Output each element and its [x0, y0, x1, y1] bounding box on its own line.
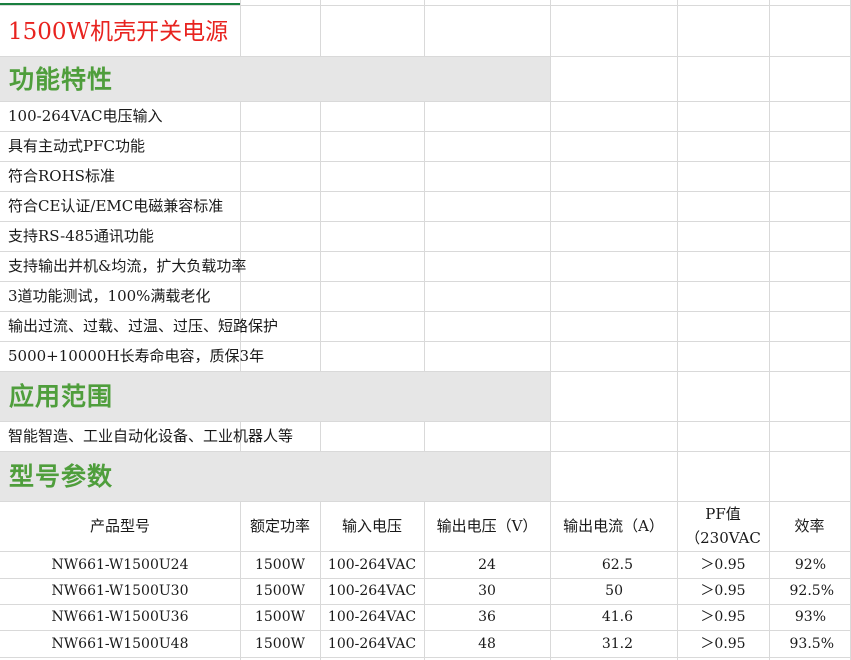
cell-output-voltage: 24 [478, 557, 496, 573]
cell-efficiency: 92.5% [789, 583, 834, 599]
cell-input-voltage: 100-264VAC [327, 583, 417, 599]
feature-item[interactable]: 100-264VAC电压输入 [8, 109, 162, 124]
cell-power: 1500W [254, 636, 306, 652]
grid-row-line [0, 578, 851, 579]
cell-pf: ＞0.95 [700, 583, 746, 599]
grid-row-line [0, 251, 851, 252]
grid-row-line [0, 101, 851, 102]
feature-item[interactable]: 5000+10000H长寿命电容，质保3年 [8, 349, 264, 364]
table-header-model[interactable]: 产品型号 [0, 519, 240, 534]
cell-efficiency: 92% [794, 557, 826, 573]
grid-row-line [0, 551, 851, 552]
cell-power: 1500W [254, 609, 306, 625]
cell-pf: ＞0.95 [700, 557, 746, 573]
table-header-output-voltage[interactable]: 输出电压（V） [424, 519, 550, 534]
cell-efficiency: 93% [794, 609, 826, 625]
cell-model: NW661-W1500U24 [51, 557, 189, 573]
section-heading-features[interactable]: 功能特性 [9, 67, 113, 92]
grid-row-line [0, 421, 851, 422]
grid-row-line [0, 501, 851, 502]
cell-input-voltage: 100-264VAC [327, 557, 417, 573]
page-title[interactable]: 1500W机壳开关电源 [8, 21, 228, 44]
grid-row-line [0, 341, 851, 342]
cell-output-current: 50 [605, 583, 623, 599]
grid-row-line [0, 221, 851, 222]
table-header-input-voltage[interactable]: 输入电压 [320, 519, 424, 534]
feature-item[interactable]: 3道功能测试，100%满载老化 [8, 289, 210, 304]
cell-efficiency: 93.5% [789, 636, 834, 652]
grid-row-line [0, 131, 851, 132]
cell-output-voltage: 36 [478, 609, 496, 625]
cell-model: NW661-W1500U48 [51, 636, 189, 652]
grid-row-line [0, 604, 851, 605]
grid-row-line [0, 311, 851, 312]
cell-pf: ＞0.95 [700, 609, 746, 625]
table-header-pf-line1[interactable]: PF值 [677, 507, 769, 522]
cell-output-voltage: 30 [478, 583, 496, 599]
cell-model: NW661-W1500U30 [51, 583, 189, 599]
table-header-output-current[interactable]: 输出电流（A） [550, 519, 677, 534]
feature-item[interactable]: 输出过流、过载、过温、过压、短路保护 [8, 319, 278, 334]
cell-power: 1500W [254, 557, 306, 573]
grid-row-line [0, 281, 851, 282]
active-cell-indicator [0, 3, 240, 5]
table-header-power[interactable]: 额定功率 [240, 519, 320, 534]
grid-row-line [0, 191, 851, 192]
feature-item[interactable]: 具有主动式PFC功能 [8, 139, 145, 154]
cell-input-voltage: 100-264VAC [327, 636, 417, 652]
cell-output-voltage: 48 [478, 636, 496, 652]
grid-row-line [0, 630, 851, 631]
cell-model: NW661-W1500U36 [51, 609, 189, 625]
feature-item[interactable]: 支持输出并机&均流，扩大负载功率 [8, 259, 246, 274]
cell-output-current: 31.2 [601, 636, 633, 652]
cell-power: 1500W [254, 583, 306, 599]
application-item[interactable]: 智能智造、工业自动化设备、工业机器人等 [8, 429, 293, 444]
cell-pf: ＞0.95 [700, 636, 746, 652]
cell-output-current: 41.6 [601, 609, 633, 625]
grid-row-line [0, 657, 851, 658]
feature-item[interactable]: 符合CE认证/EMC电磁兼容标准 [8, 199, 223, 214]
feature-item[interactable]: 符合ROHS标准 [8, 169, 115, 184]
grid-row-line [0, 161, 851, 162]
cell-input-voltage: 100-264VAC [327, 609, 417, 625]
section-heading-models[interactable]: 型号参数 [9, 464, 113, 489]
cell-output-current: 62.5 [601, 557, 633, 573]
grid-row-line [0, 5, 851, 6]
spreadsheet-grid[interactable]: 1500W机壳开关电源 功能特性 应用范围 型号参数 100-264VAC电压输… [0, 0, 851, 660]
table-header-efficiency[interactable]: 效率 [769, 519, 850, 534]
feature-item[interactable]: 支持RS-485通讯功能 [8, 229, 154, 244]
section-heading-applications[interactable]: 应用范围 [9, 384, 113, 409]
table-header-pf-line2: （230VAC [685, 529, 761, 547]
